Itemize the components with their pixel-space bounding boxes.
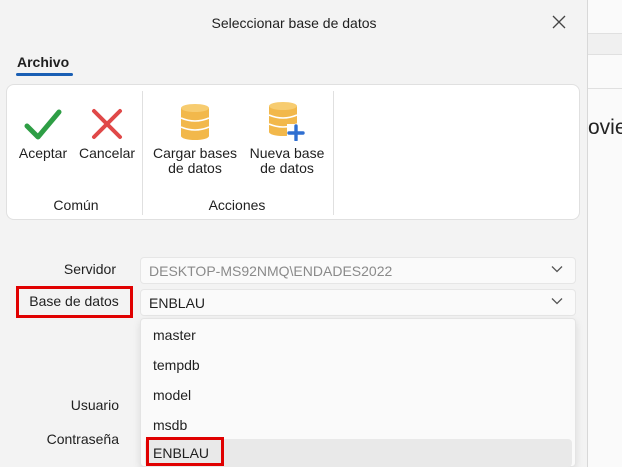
dropdown-option[interactable]: msdb <box>145 411 572 439</box>
user-label: Usuario <box>70 397 119 413</box>
background-window: ovie <box>588 0 622 467</box>
x-icon <box>92 109 122 139</box>
background-panel <box>588 55 622 89</box>
load-databases-label: Cargar bases de datos <box>152 145 238 176</box>
dialog-title: Seleccionar base de datos <box>211 15 377 31</box>
accept-button[interactable]: Aceptar <box>13 85 73 161</box>
dropdown-option[interactable]: tempdb <box>145 351 572 379</box>
load-databases-button[interactable]: Cargar bases de datos <box>146 85 244 176</box>
ribbon-divider <box>333 91 334 215</box>
dropdown-option[interactable]: model <box>145 381 572 409</box>
server-label: Servidor <box>63 261 116 277</box>
cancel-label: Cancelar <box>78 145 136 161</box>
dropdown-option[interactable]: master <box>145 321 572 349</box>
tab-active-indicator <box>16 73 73 76</box>
background-text: ovie <box>588 116 622 139</box>
tab-archivo[interactable]: Archivo <box>17 54 69 70</box>
server-combo[interactable]: DESKTOP-MS92NMQ\ENDADES2022 <box>140 257 576 284</box>
ribbon-panel: Aceptar Cancelar Cargar bases de datos N… <box>6 84 580 220</box>
close-icon <box>552 15 566 29</box>
group-label-common: Común <box>53 197 99 213</box>
database-icon <box>180 104 210 140</box>
server-value: DESKTOP-MS92NMQ\ENDADES2022 <box>149 263 393 279</box>
select-database-dialog: Seleccionar base de datos Archivo Acepta… <box>0 0 588 467</box>
checkmark-icon <box>24 109 62 140</box>
group-label-actions: Acciones <box>208 197 266 213</box>
cancel-button[interactable]: Cancelar <box>75 85 139 161</box>
new-database-label: Nueva base de datos <box>249 145 325 176</box>
chevron-down-icon <box>551 266 563 273</box>
highlight-box-selected-option <box>146 437 224 466</box>
new-database-button[interactable]: Nueva base de datos <box>244 85 330 176</box>
dialog-titlebar: Seleccionar base de datos <box>0 0 587 46</box>
database-combo[interactable]: ENBLAU <box>140 289 576 316</box>
database-value: ENBLAU <box>149 295 206 311</box>
background-toolbar <box>588 33 622 55</box>
database-add-icon <box>268 102 305 141</box>
close-button[interactable] <box>547 10 571 34</box>
ribbon-divider <box>142 91 143 215</box>
highlight-box-database-label <box>16 286 133 318</box>
password-label: Contraseña <box>46 431 119 447</box>
chevron-down-icon <box>551 298 563 305</box>
accept-label: Aceptar <box>18 145 68 161</box>
